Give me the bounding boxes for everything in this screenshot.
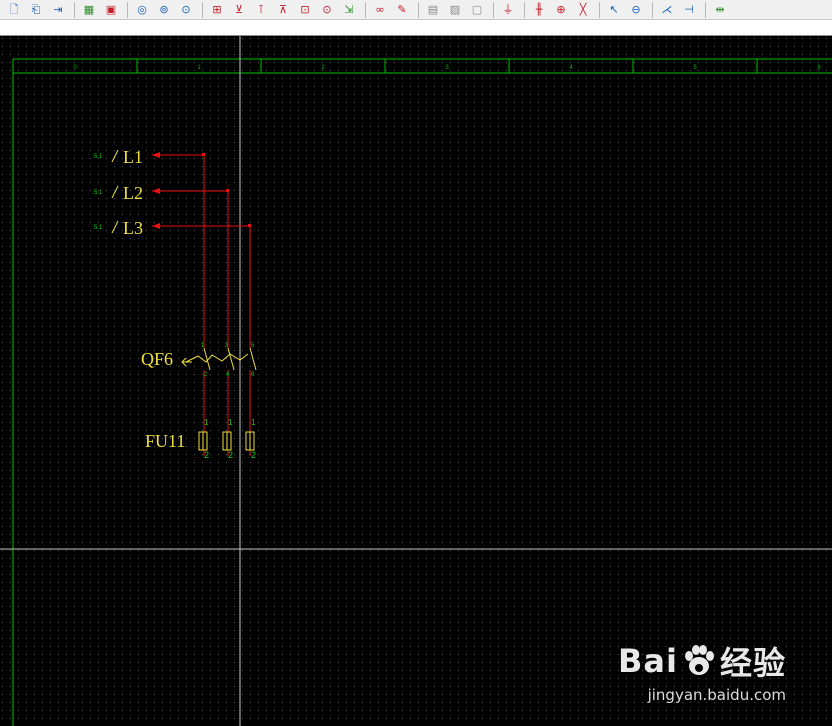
wire-cross-icon[interactable]: ⊕: [551, 1, 571, 19]
wire-diagonal-icon[interactable]: ╳: [573, 1, 593, 19]
wire-break-icon[interactable]: ╫: [529, 1, 549, 19]
new-sheet-icon[interactable]: 🗋: [4, 1, 24, 19]
potential-label: L2: [123, 183, 143, 203]
fill-icon[interactable]: ▤: [423, 1, 443, 19]
schematic-sheet[interactable]: 0123456 5.1 L1 5.1 L2 5.1 L3 QF6 1 3 5 2…: [0, 36, 832, 726]
toolbar-separator: [524, 1, 525, 18]
pointer-icon[interactable]: ↖: [604, 1, 624, 19]
layout-icon[interactable]: ▦: [79, 1, 99, 19]
drawing-canvas[interactable]: 0123456 5.1 L1 5.1 L2 5.1 L3 QF6 1 3 5 2…: [0, 36, 832, 726]
measure-icon[interactable]: ⊖: [626, 1, 646, 19]
component-icon[interactable]: ▣: [101, 1, 121, 19]
device-alt-icon[interactable]: ⊙: [317, 1, 337, 19]
toolbar-separator: [599, 1, 600, 18]
toolbar-separator: [652, 1, 653, 18]
pin-label: 2: [204, 450, 209, 460]
symbol-align-icon[interactable]: ⊙: [176, 1, 196, 19]
toolbar-separator: [493, 1, 494, 18]
pin-label: 1: [204, 418, 209, 427]
watermark-brand-cn: 经验: [719, 644, 786, 682]
device-label: QF6: [141, 349, 173, 369]
potential-ref: 5.1: [94, 154, 103, 160]
toolbar-spacer: [0, 20, 832, 36]
mirror-icon[interactable]: ⇹: [710, 1, 730, 19]
toolbar-separator: [74, 1, 75, 18]
pin-label: 1: [228, 418, 233, 427]
arrow-link-icon[interactable]: ⇲: [339, 1, 359, 19]
pin-label: 1: [251, 418, 256, 427]
insert-device-icon[interactable]: ⊻: [229, 1, 249, 19]
toolbar-separator: [202, 1, 203, 18]
frame-icon[interactable]: ▢: [467, 1, 487, 19]
open-icon[interactable]: ⎗: [26, 1, 46, 19]
bus-icon[interactable]: ⊼: [273, 1, 293, 19]
ground-icon[interactable]: ⏚: [498, 1, 518, 19]
symbol-icon[interactable]: ◎: [132, 1, 152, 19]
symbol-rotate-icon[interactable]: ⊚: [154, 1, 174, 19]
toolbar-separator: [127, 1, 128, 18]
watermark-url: jingyan.baidu.com: [647, 686, 786, 704]
toolbar-separator: [418, 1, 419, 18]
export-icon[interactable]: ⇥: [48, 1, 68, 19]
potential-ref: 5.1: [94, 225, 103, 231]
trim-icon[interactable]: ⋌: [657, 1, 677, 19]
watermark-brand: Bai: [618, 642, 678, 680]
dot-grid: [0, 36, 832, 726]
cable-icon[interactable]: ∞: [370, 1, 390, 19]
potential-label: L3: [123, 218, 143, 238]
extend-icon[interactable]: ⊣: [679, 1, 699, 19]
potential-label: L1: [123, 147, 143, 167]
baidu-watermark: Bai 经验 jingyan.baidu.com: [618, 638, 786, 704]
pin-label: 2: [228, 450, 233, 460]
toolbar: 🗋 ⎗ ⇥ ▦ ▣ ◎ ⊚ ⊙ ⊞ ⊻ ⊺ ⊼ ⊡ ⊙ ⇲ ∞ ✎ ▤ ▨ ▢ ⏚ ╫ ⊕ ╳ ↖ ⊖ ⋌ ⊣ ⇹: [0, 0, 832, 20]
potential-ref: 5.1: [94, 190, 103, 196]
connect-device-icon[interactable]: ⊺: [251, 1, 271, 19]
toolbar-separator: [365, 1, 366, 18]
device-box-icon[interactable]: ⊡: [295, 1, 315, 19]
hatch-icon[interactable]: ▨: [445, 1, 465, 19]
toolbar-separator: [705, 1, 706, 18]
terminal-icon[interactable]: ⊞: [207, 1, 227, 19]
pin-label: 2: [251, 450, 256, 460]
device-label: FU11: [145, 431, 185, 451]
paw-logo-icon: [682, 644, 716, 678]
pen-icon[interactable]: ✎: [392, 1, 412, 19]
